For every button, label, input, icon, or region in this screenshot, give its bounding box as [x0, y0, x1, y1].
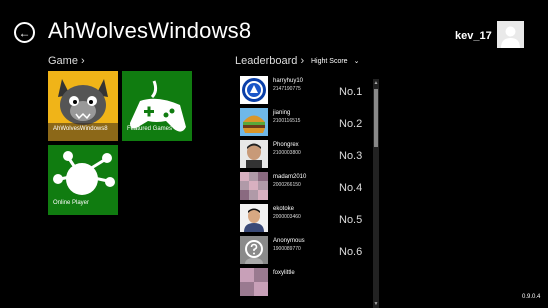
player-name: harryhuy10 [273, 78, 304, 84]
player-name: Phongrex [273, 142, 299, 148]
user-avatar[interactable] [497, 21, 524, 48]
player-score: 2100003800 [273, 150, 301, 156]
player-rank: No.3 [339, 150, 363, 162]
leaderboard-heading[interactable]: Leaderboard › [235, 55, 304, 67]
player-score: 2100116515 [273, 118, 301, 124]
player-name: jianing [273, 110, 291, 116]
chelsea-badge-icon [240, 76, 268, 104]
back-arrow-icon: ← [18, 25, 31, 40]
player-rank: No.4 [339, 182, 363, 194]
player-score: 2000266150 [273, 182, 301, 188]
game-tile-featured[interactable]: Featured Games [122, 71, 192, 141]
leaderboard-row[interactable]: Anonymous 1900089770 No.6 [240, 236, 370, 266]
burger-icon [240, 108, 268, 136]
game-tile-online-player[interactable]: Online Player [48, 145, 118, 215]
question-mark-icon [240, 236, 268, 264]
tile-label: Featured Games [127, 126, 173, 132]
scroll-up-icon[interactable]: ▲ [373, 79, 379, 87]
pattern-photo-icon [240, 172, 268, 200]
sort-dropdown[interactable]: Hight Score ⌄ [311, 57, 360, 66]
tile-label: AhWolvesWindows8 [53, 126, 108, 132]
player-name: foxylittle [273, 270, 295, 276]
leaderboard-row[interactable]: harryhuy10 2147190775 No.1 [240, 76, 370, 106]
username-label: kev_17 [455, 30, 492, 42]
leaderboard-row[interactable]: foxylittle [240, 268, 370, 298]
leaderboard-row[interactable]: Phongrex 2100003800 No.3 [240, 140, 370, 170]
player-rank: No.2 [339, 118, 363, 130]
leaderboard-row[interactable]: jianing 2100116515 No.2 [240, 108, 370, 138]
person-silhouette-icon [501, 26, 520, 48]
tile-label: Online Player [53, 200, 90, 206]
leaderboard-row[interactable]: madam2010 2000266150 No.4 [240, 172, 370, 202]
scroll-down-icon[interactable]: ▼ [373, 300, 379, 308]
player-rank: No.5 [339, 214, 363, 226]
leaderboard-list[interactable]: harryhuy10 2147190775 No.1 jianing 21001… [240, 76, 370, 308]
player-name: ekotoke [273, 206, 295, 212]
game-section-heading[interactable]: Game › [48, 55, 85, 67]
person-photo-icon [240, 140, 268, 168]
chevron-down-icon: ⌄ [353, 58, 360, 65]
player-rank: No.1 [339, 86, 363, 98]
version-label: 0.9.0.4 [522, 294, 541, 300]
player-name: madam2010 [273, 174, 307, 180]
player-score: 1900089770 [273, 246, 301, 252]
player-rank: No.6 [339, 246, 363, 258]
player-score: 2000003460 [273, 214, 301, 220]
person-photo-icon [240, 204, 268, 232]
leaderboard-row[interactable]: ekotoke 2000003460 No.5 [240, 204, 370, 234]
page-title: AhWolvesWindows8 [48, 18, 252, 43]
back-button[interactable]: ← [14, 22, 35, 43]
pattern-photo-icon [240, 268, 268, 296]
player-name: Anonymous [273, 238, 305, 244]
scroll-thumb[interactable] [374, 89, 378, 147]
sort-selected-value: Hight Score [311, 57, 348, 65]
game-tile-ahwolves[interactable]: AhWolvesWindows8 [48, 71, 118, 141]
player-score: 2147190775 [273, 86, 301, 92]
